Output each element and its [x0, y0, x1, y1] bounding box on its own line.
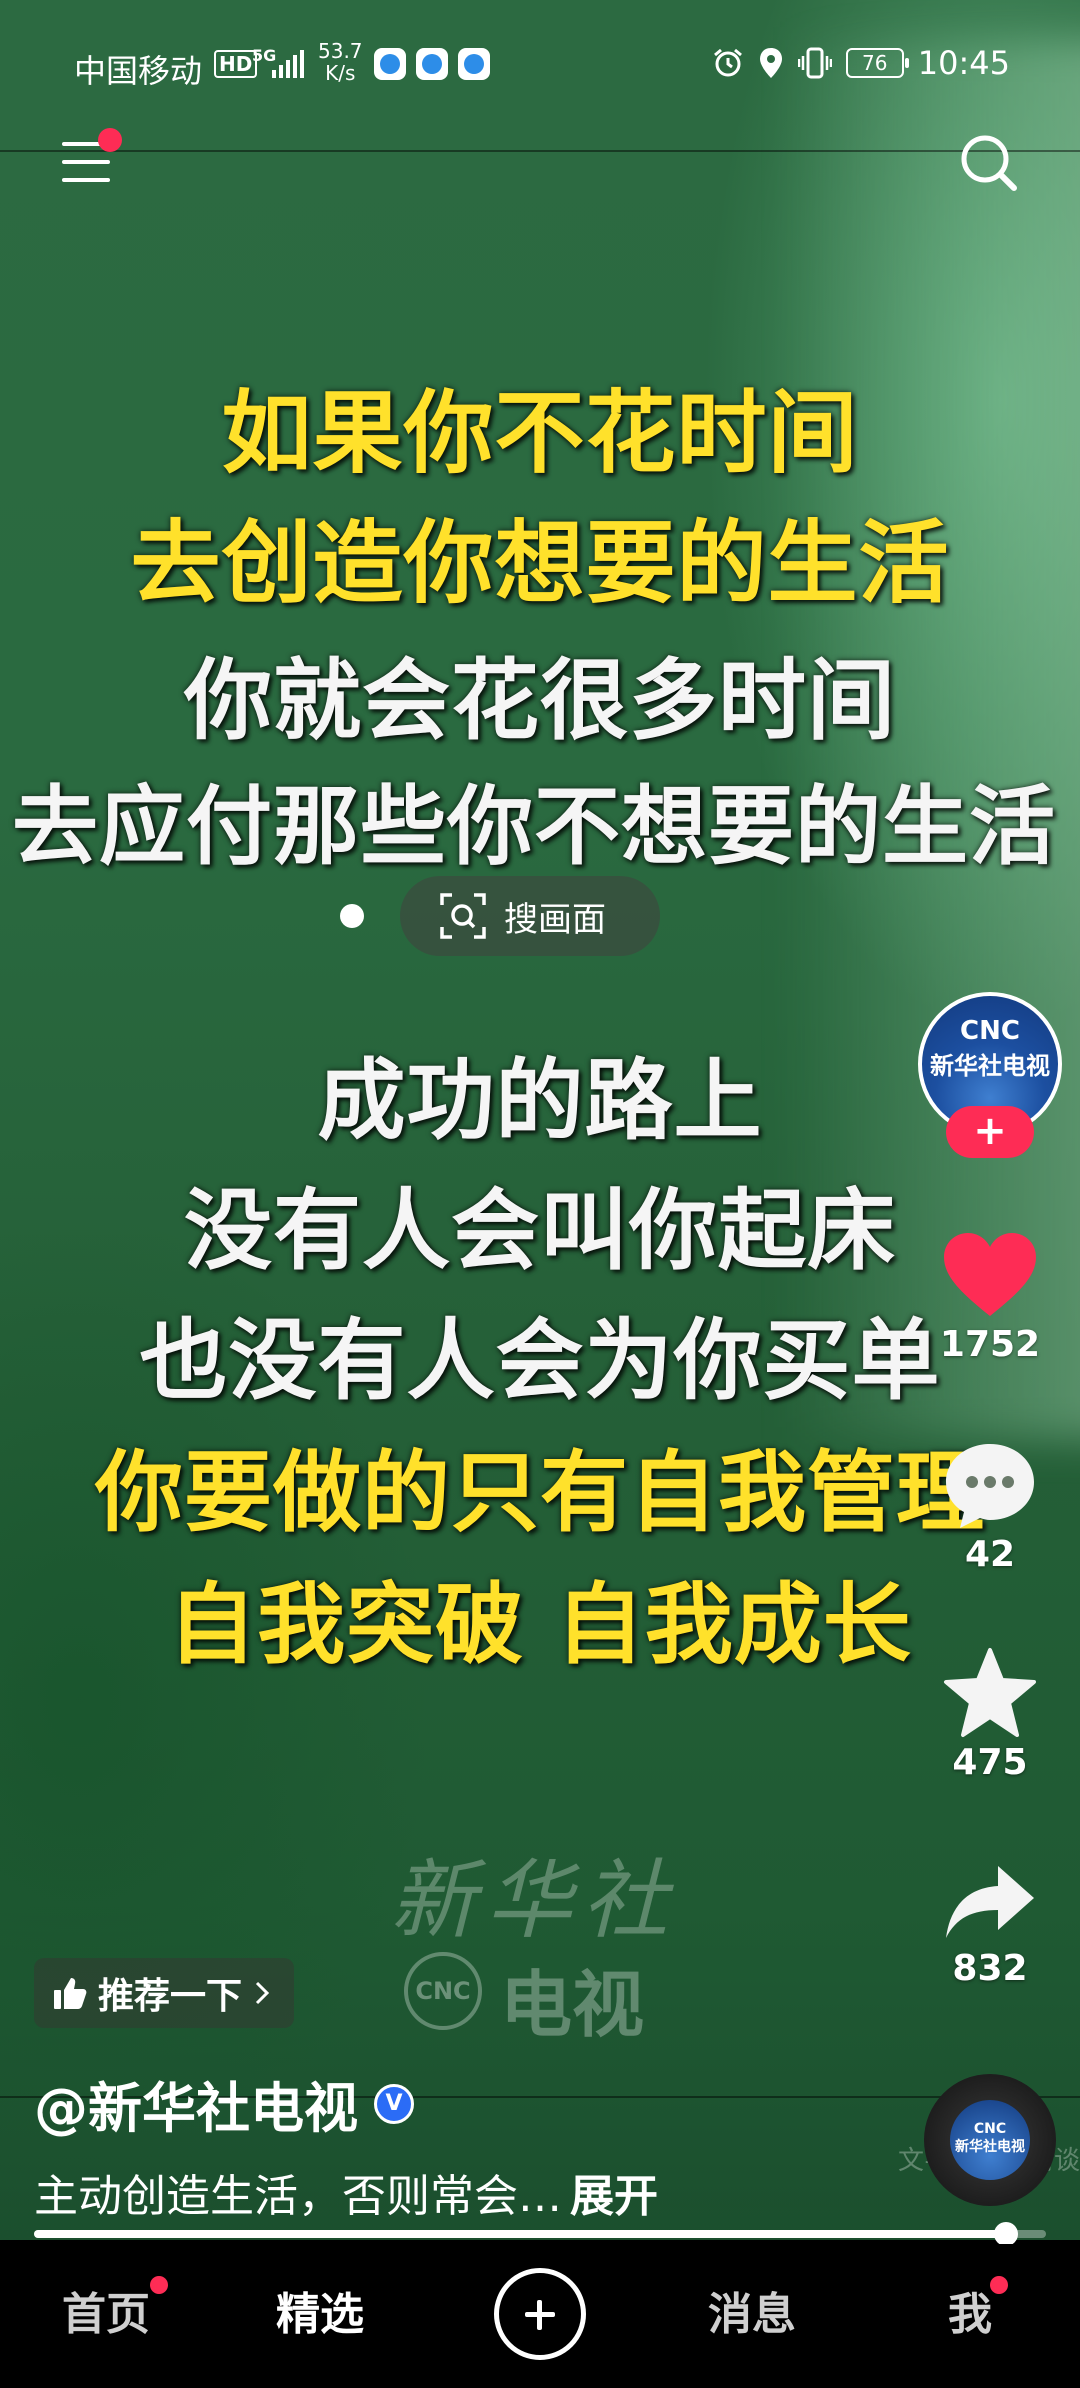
music-disc-cover: CNC 新华社电视 — [950, 2100, 1030, 2180]
tab-home[interactable]: 首页 — [62, 2278, 150, 2342]
like-button[interactable]: 1752 — [918, 1230, 1062, 1365]
speed-value: 53.7 — [318, 39, 363, 63]
author-row[interactable]: @新华社电视 V — [34, 2064, 414, 2143]
music-disc[interactable]: CNC 新华社电视 — [924, 2074, 1056, 2206]
vibrate-icon — [797, 47, 832, 79]
playback-progress-handle[interactable] — [993, 2222, 1018, 2246]
chevron-right-icon — [255, 1981, 270, 2005]
subtitle-line: 去创造你想要的生活 — [130, 511, 950, 616]
avatar-logo-text: CNC — [960, 1016, 1020, 1046]
playback-progress-bar[interactable] — [34, 2222, 1046, 2246]
thumbs-up-icon — [54, 1978, 87, 2009]
subtitle-line: 成功的路上 — [317, 1049, 763, 1152]
comment-icon — [946, 1444, 1034, 1528]
clock: 10:45 — [917, 44, 1010, 82]
like-count: 1752 — [939, 1324, 1041, 1365]
follow-button[interactable]: + — [946, 1106, 1034, 1158]
subtitle-line: 去应付那些你不想要的生活 — [12, 777, 1056, 877]
subtitle-line: 你就会花很多时间 — [183, 649, 896, 752]
carrier-label: 中国移动 — [74, 52, 203, 90]
share-arrow-icon — [946, 1866, 1034, 1938]
disc-logo-text: CNC — [973, 2121, 1007, 2137]
search-frame-label: 搜画面 — [504, 899, 606, 940]
speed-unit: K/s — [325, 61, 356, 85]
location-icon — [759, 48, 782, 78]
heart-icon — [944, 1233, 1036, 1316]
playback-progress-fill — [34, 2230, 1006, 2238]
share-count: 832 — [952, 1948, 1028, 1989]
search-icon[interactable] — [958, 132, 1020, 194]
star-icon — [944, 1648, 1036, 1737]
tab-me-dot — [990, 2276, 1008, 2294]
app-notification-icon — [374, 48, 406, 80]
notification-dot — [98, 128, 122, 152]
menu-icon-bar — [62, 160, 110, 164]
recommend-button[interactable]: 推荐一下 — [34, 1958, 295, 2028]
app-notification-icon — [416, 48, 448, 80]
subtitle-line: 如果你不花时间 — [221, 381, 859, 486]
comment-button[interactable]: 42 — [918, 1440, 1062, 1575]
expand-link[interactable]: 展开 — [570, 2171, 658, 2222]
recommend-label: 推荐一下 — [98, 1976, 243, 2017]
watermark-cnc-logo: CNC — [404, 1952, 482, 2030]
alarm-icon — [713, 48, 742, 77]
status-bar: 中国移动 HD 5G 53.7 K/s 76 10:45 — [0, 0, 1080, 130]
tab-me[interactable]: 我 — [948, 2278, 992, 2342]
description-text: 主动创造生活，否则常会… — [34, 2171, 562, 2222]
video-frame-line-top — [0, 150, 1080, 152]
verified-badge-icon: V — [374, 2083, 414, 2124]
network-speed: 53.7 K/s — [318, 40, 363, 84]
search-frame-button[interactable]: 搜画面 — [400, 876, 660, 956]
scan-frame-icon — [440, 893, 486, 939]
menu-icon-bar — [62, 178, 110, 182]
disc-name-text: 新华社电视 — [955, 2139, 1025, 2155]
bottom-tab-bar: 首页 精选 消息 我 — [0, 2244, 1080, 2388]
weather-notification-icon — [458, 48, 490, 80]
tab-home-dot — [150, 2276, 168, 2294]
share-button[interactable]: 832 — [918, 1862, 1062, 1989]
author-name[interactable]: @新华社电视 — [34, 2064, 358, 2143]
avatar-name-text: 新华社电视 — [930, 1052, 1050, 1080]
watermark-xinhua: 新华社 — [390, 1851, 678, 1951]
comment-count: 42 — [964, 1534, 1016, 1575]
hd-voice-icon: HD — [214, 50, 258, 78]
create-post-button[interactable] — [494, 2268, 586, 2360]
watermark-tv: 电视 — [500, 1963, 645, 2047]
battery-indicator: 76 — [845, 48, 909, 78]
favorite-count: 475 — [952, 1742, 1028, 1783]
favorite-button[interactable]: 475 — [918, 1646, 1062, 1783]
pager-dot — [340, 904, 364, 928]
signal-icon — [272, 50, 304, 78]
status-right: 76 10:45 — [712, 44, 1010, 82]
video-description[interactable]: 主动创造生活，否则常会… 展开 — [34, 2160, 658, 2224]
tab-messages[interactable]: 消息 — [708, 2278, 796, 2342]
tab-featured[interactable]: 精选 — [276, 2278, 364, 2342]
